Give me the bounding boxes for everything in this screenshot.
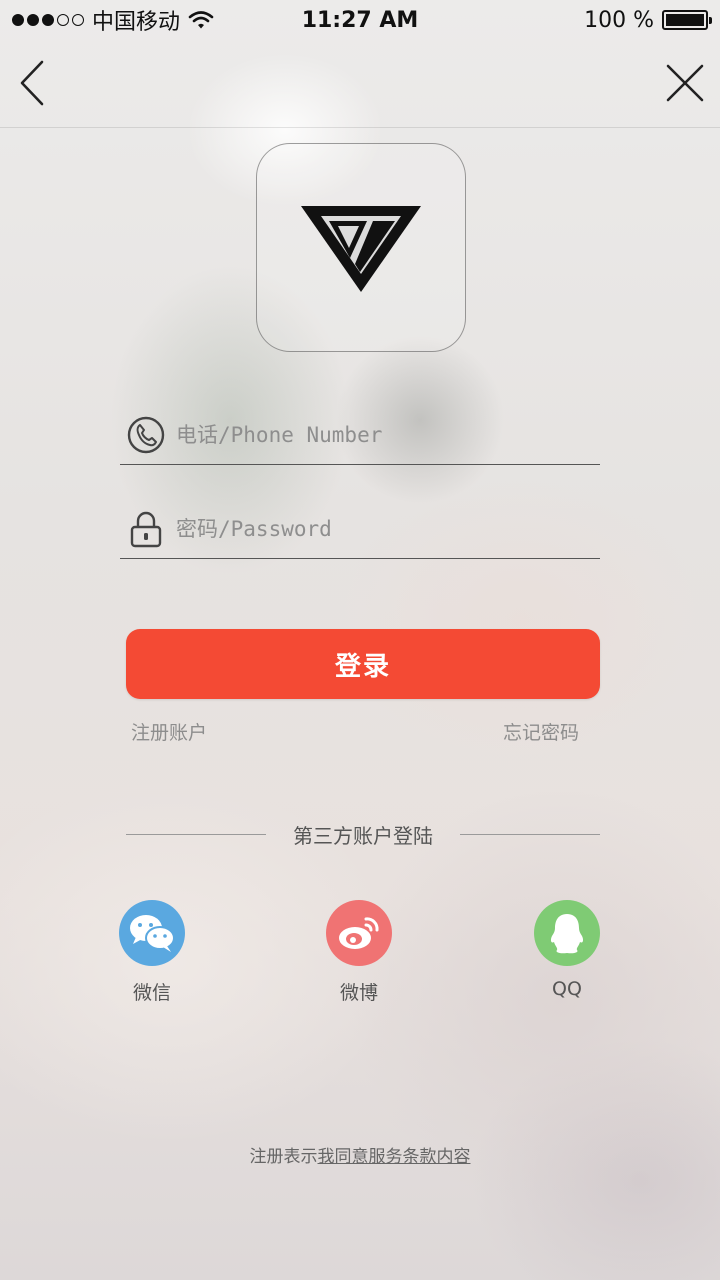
close-icon[interactable] [664, 62, 706, 104]
chevron-left-icon[interactable] [14, 58, 54, 108]
phone-field [120, 405, 600, 465]
register-link[interactable]: 注册账户 [131, 718, 207, 745]
divider-line-right [460, 834, 600, 835]
app-logo [256, 143, 466, 352]
phone-icon [122, 411, 170, 459]
wifi-icon [188, 11, 214, 29]
qq-label: QQ [552, 978, 582, 1000]
wechat-label: 微信 [132, 982, 171, 1004]
terms-link[interactable]: 我同意服务条款内容 [318, 1147, 471, 1167]
password-input[interactable] [176, 506, 600, 551]
login-button[interactable]: 登录 [126, 629, 600, 699]
status-bar: 中国移动 11:27 AM 100 % [0, 0, 720, 40]
battery-percent: 100 % [584, 7, 654, 33]
third-party-divider: 第三方账户登陆 [126, 818, 600, 850]
password-field [120, 499, 600, 559]
terms-prefix: 注册表示 [249, 1147, 318, 1167]
qq-icon [534, 900, 600, 966]
weibo-label: 微博 [339, 982, 378, 1004]
battery-icon [662, 10, 712, 30]
qq-login-button[interactable]: QQ [512, 900, 622, 1000]
weibo-icon [326, 900, 392, 966]
phone-input[interactable] [176, 412, 600, 457]
terms-notice: 注册表示我同意服务条款内容 [0, 1142, 720, 1167]
battery-fill [666, 14, 704, 26]
weibo-login-button[interactable]: 微博 [304, 900, 414, 1005]
carrier-name: 中国移动 [92, 10, 181, 35]
wechat-login-button[interactable]: 微信 [97, 900, 207, 1005]
status-right: 100 % [584, 7, 712, 33]
status-left: 中国移动 [12, 4, 214, 36]
triangle-logo-icon [301, 205, 421, 292]
lock-icon [122, 505, 170, 553]
signal-strength-icon [12, 14, 84, 26]
wechat-icon [119, 900, 185, 966]
forgot-password-link[interactable]: 忘记密码 [503, 718, 579, 745]
nav-bar [0, 40, 720, 128]
